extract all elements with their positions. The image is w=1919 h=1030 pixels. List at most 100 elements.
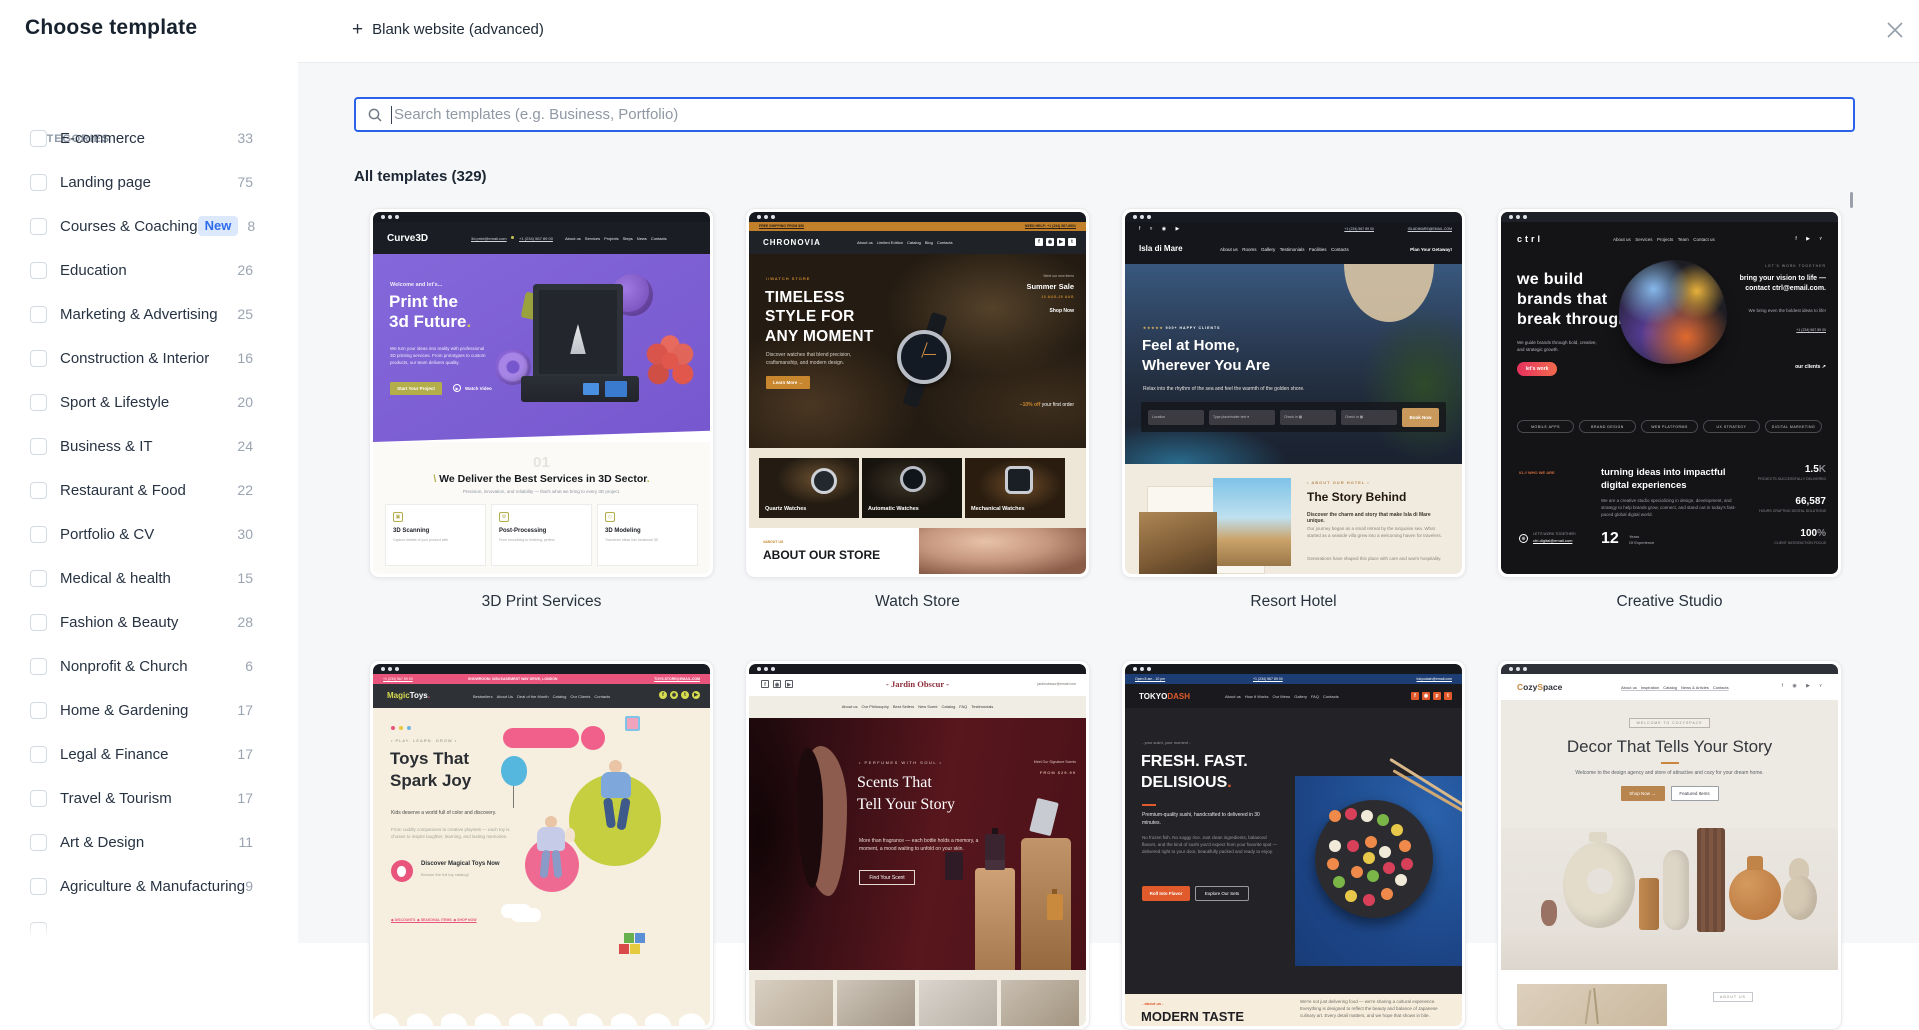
printer-base	[521, 376, 639, 402]
sidebar-item-education[interactable]: Education 26	[30, 248, 253, 292]
template-card-cozyspace[interactable]: CozySpace About us Inspiration Catalog N…	[1497, 660, 1842, 1030]
start-project-button: Start Your Project	[390, 382, 442, 395]
stat: 100% CLIENT SATISFACTION FOCUS	[1774, 528, 1826, 545]
checkbox[interactable]	[30, 437, 47, 455]
sidebar-item-marketing-advertising[interactable]: Marketing & Advertising 25	[30, 292, 253, 336]
checkbox[interactable]	[30, 129, 47, 147]
checkbox[interactable]	[30, 789, 47, 807]
template-thumbnail: ctrl About us Services Projects Team Con…	[1501, 212, 1838, 574]
hero-title: Scents That Tell Your Story	[857, 774, 956, 814]
template-caption: Watch Store	[875, 593, 960, 610]
template-card-magictoys[interactable]: +1 (234) 567 89 00 SHOWROOM: 3254 EASEME…	[369, 660, 714, 1030]
wood-column	[1697, 828, 1725, 932]
social-icons: f ʏ ◉ ▶	[1139, 226, 1184, 232]
sidebar-item-restaurant-food[interactable]: Restaurant & Food 22	[30, 468, 253, 512]
checkbox[interactable]	[30, 701, 47, 719]
checkbox[interactable]	[30, 745, 47, 763]
blank-website-label: Blank website (advanced)	[372, 21, 544, 38]
checkbox[interactable]	[30, 833, 47, 851]
brown-bottle	[1541, 900, 1557, 926]
checkbox[interactable]	[30, 349, 47, 367]
perfume-bottle	[985, 828, 1005, 870]
template-card-resort-hotel[interactable]: f ʏ ◉ ▶ +1 (234) 567 89 00 ISLADIMARE@EM…	[1121, 208, 1466, 578]
watch-face	[897, 330, 951, 384]
globe-icon: ⊕	[1519, 534, 1528, 543]
sidebar-item-agriculture-manufacturing[interactable]: Agriculture & Manufacturing 9	[30, 864, 253, 908]
hero-title: Print the 3d Future.	[389, 292, 472, 332]
stat: 1.5K PROJECTS SUCCESSFULLY DELIVERED	[1758, 464, 1826, 481]
checkbox[interactable]	[30, 305, 47, 323]
template-thumbnail: CozySpace About us Inspiration Catalog N…	[1501, 664, 1838, 1026]
checkbox[interactable]	[30, 525, 47, 543]
wood-cylinder	[1639, 878, 1659, 930]
bunny-toy	[565, 828, 575, 842]
brand-logo: CHRONOVIA	[763, 238, 821, 247]
sidebar-item-travel-tourism[interactable]: Travel & Tourism 17	[30, 776, 253, 820]
template-card-3d-print-services[interactable]: Curve3D 3d.print@email.com +1 (234) 567 …	[369, 208, 714, 578]
checkbox[interactable]	[30, 569, 47, 587]
sidebar-item-medical-health[interactable]: Medical & health 15	[30, 556, 253, 600]
search-icon	[368, 108, 382, 122]
category-tile: Mechanical Watches	[965, 458, 1065, 518]
checkbox[interactable]	[30, 613, 47, 631]
sidebar-item-nonprofit-church[interactable]: Nonprofit & Church 6	[30, 644, 253, 688]
nav-links: About us How It Works Our Menu Gallery F…	[1225, 694, 1339, 699]
learn-more-button: Learn More →	[766, 376, 810, 389]
featured-items-button: Featured Items	[1670, 786, 1719, 801]
sidebar-item-construction-interior[interactable]: Construction & Interior 16	[30, 336, 253, 380]
plus-icon: +	[352, 19, 364, 40]
book-now-button: Book Now	[1402, 407, 1439, 427]
close-button[interactable]	[1878, 13, 1912, 47]
donut-hole	[1587, 868, 1613, 894]
collage-photo	[1213, 478, 1291, 566]
blank-website-button[interactable]: + Blank website (advanced)	[352, 20, 544, 39]
tag-pills: MOBILE APPS BRAND DESIGN WEB PLATFORMS U…	[1517, 420, 1822, 433]
pedestal	[975, 868, 1015, 970]
sushi-plate	[1315, 800, 1433, 918]
sidebar-item-art-design[interactable]: Art & Design 11	[30, 820, 253, 864]
printer-shape	[533, 284, 623, 380]
gourd-vase	[1783, 876, 1817, 920]
template-thumbnail: FREE SHIPPING FROM $50 NEED HELP: +1 (23…	[749, 212, 1086, 574]
vases-photo	[1501, 828, 1838, 970]
checkbox[interactable]	[30, 261, 47, 279]
template-card-watch-store[interactable]: FREE SHIPPING FROM $50 NEED HELP: +1 (23…	[745, 208, 1090, 578]
scrollbar-thumb[interactable]	[1850, 192, 1853, 208]
balloon-shape	[501, 756, 527, 786]
hero-title: Feel at Home, Wherever You Are	[1142, 337, 1271, 375]
template-card-jardin-obscur[interactable]: f ◉ ▶ - Jardin Obscur - jardinobscur@ema…	[745, 660, 1090, 1030]
service-card: ◇ 3D Modeling Transform ideas into funct…	[597, 504, 698, 566]
template-caption: Creative Studio	[1616, 593, 1723, 610]
checkbox[interactable]	[30, 393, 47, 411]
page-title: Choose template	[25, 16, 198, 39]
deco-dots	[391, 726, 395, 730]
sidebar-item-fashion-beauty[interactable]: Fashion & Beauty 28	[30, 600, 253, 644]
youtube-icon: ▶	[692, 691, 700, 699]
template-card-creative-studio[interactable]: ctrl About us Services Projects Team Con…	[1497, 208, 1842, 578]
checkbox[interactable]	[30, 657, 47, 675]
sidebar-item-sport-lifestyle[interactable]: Sport & Lifestyle 20	[30, 380, 253, 424]
perfume-bottle	[945, 852, 963, 880]
template-card-tokyodash[interactable]: Open 8 am - 10 pm +1 (234) 567 89 00 tok…	[1121, 660, 1466, 1030]
facebook-icon: f	[659, 691, 667, 699]
nav-links: Bestsellers About Us Deal of the Month C…	[473, 694, 611, 699]
sidebar-item-ecommerce[interactable]: E-commerce 33	[30, 116, 253, 160]
sidebar-item-home-gardening[interactable]: Home & Gardening 17	[30, 688, 253, 732]
sidebar-item-business-it[interactable]: Business & IT 24	[30, 424, 253, 468]
social-icons: f ◉ ▶ ʏ	[1781, 683, 1826, 689]
scan-icon: ▣	[393, 512, 403, 522]
sidebar-item-portfolio-cv[interactable]: Portfolio & CV 30	[30, 512, 253, 556]
sidebar-item-landing-page[interactable]: Landing page 75	[30, 160, 253, 204]
checkbox[interactable]	[30, 877, 47, 895]
checkbox[interactable]	[30, 481, 47, 499]
cloud-shape	[501, 904, 531, 918]
text-caret	[391, 105, 392, 124]
sidebar-item-courses-coaching[interactable]: Courses & Coaching New 8	[30, 204, 255, 248]
sidebar-item-legal-finance[interactable]: Legal & Finance 17	[30, 732, 253, 776]
checkbox[interactable]	[30, 173, 47, 191]
checkbox[interactable]	[30, 217, 47, 235]
social-icons: f ▶ ʏ	[1795, 236, 1826, 242]
template-thumbnail: +1 (234) 567 89 00 SHOWROOM: 3254 EASEME…	[373, 664, 710, 1026]
secondary-button: Explore Our Sets	[1195, 886, 1249, 901]
template-search-field[interactable]: Search templates (e.g. Business, Portfol…	[354, 97, 1855, 132]
